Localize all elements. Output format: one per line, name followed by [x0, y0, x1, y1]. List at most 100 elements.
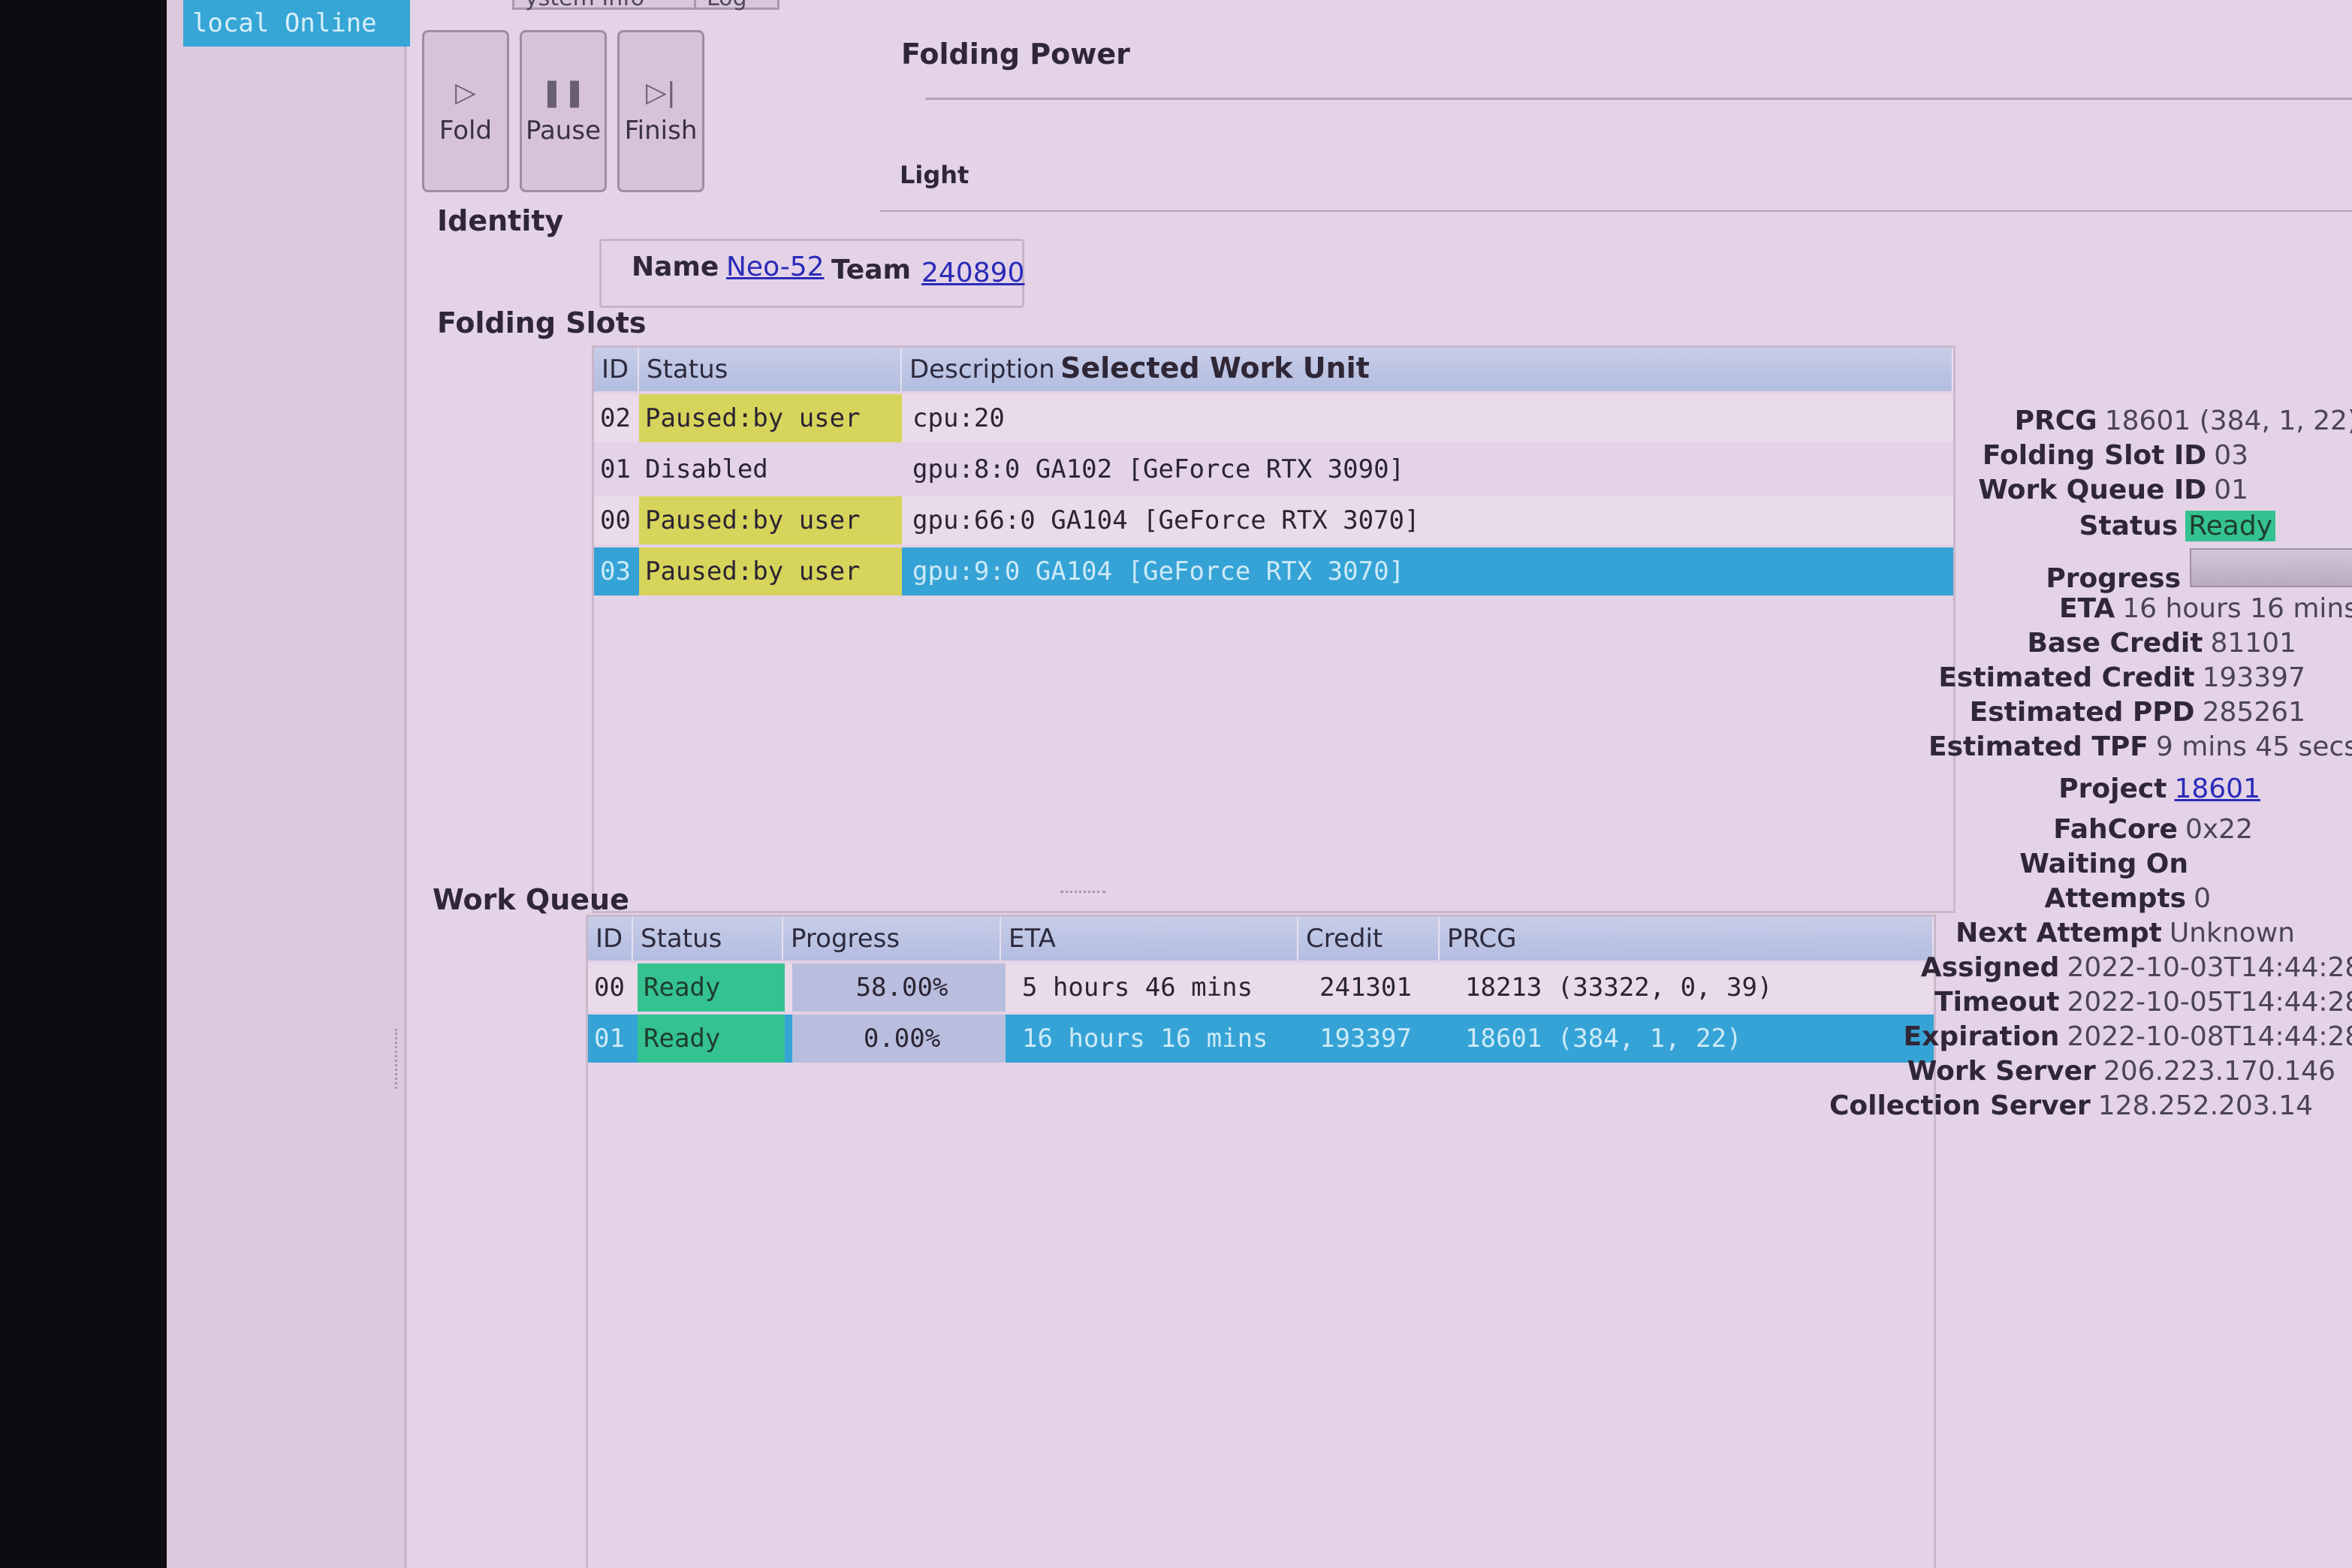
detail-label: Estimated PPD	[1969, 697, 2195, 728]
finish-icon: ▷|	[646, 77, 676, 108]
client-item-local[interactable]: local Online	[183, 0, 410, 47]
slot-description: cpu:20	[912, 403, 1005, 433]
column-header-description[interactable]: Description	[902, 348, 1953, 391]
wu-status: Ready	[638, 963, 785, 1012]
slot-row[interactable]: 02 Paused:by user cpu:20	[594, 394, 1953, 442]
slot-id: 00	[600, 505, 631, 535]
slot-row[interactable]: 00 Paused:by user gpu:66:0 GA104 [GeForc…	[594, 496, 1953, 544]
detail-label: Collection Server	[1829, 1090, 2091, 1121]
name-link[interactable]: Neo-52	[726, 252, 825, 282]
detail-waiting-on: Waiting On	[2019, 849, 2196, 883]
folding-power-title: Folding Power	[901, 38, 1130, 71]
team-link[interactable]: 240890	[921, 258, 1024, 288]
column-header-credit[interactable]: Credit	[1298, 917, 1440, 960]
detail-progress-bar	[2190, 548, 2352, 587]
folding-slots-title: Folding Slots	[437, 306, 647, 339]
detail-status-badge: Ready	[2185, 511, 2275, 541]
detail-assigned: Assigned 2022-10-03T14:44:28Z	[1921, 952, 2352, 987]
detail-value: 193397	[2202, 662, 2305, 693]
wu-progress: 58.00%	[792, 963, 1006, 1012]
finish-button-label: Finish	[624, 115, 698, 146]
detail-label: Progress	[2046, 563, 2181, 594]
finish-button[interactable]: ▷| Finish	[617, 30, 704, 192]
detail-label: Waiting On	[2019, 849, 2188, 879]
detail-next-attempt: Next Attempt Unknown	[1955, 918, 2295, 952]
work-unit-row-selected[interactable]: 01 Ready 0.00% 16 hours 16 mins 193397 1…	[588, 1015, 1934, 1063]
detail-label: Estimated TPF	[1928, 731, 2148, 762]
app-window: local Online ystem Info Log ▷ Fold ❚❚ Pa…	[167, 0, 2352, 1568]
slot-row-selected[interactable]: 03 Paused:by user gpu:9:0 GA104 [GeForce…	[594, 547, 1953, 596]
detail-work-server: Work Server 206.223.170.146	[1907, 1056, 2335, 1090]
wu-prcg: 18601 (384, 1, 22)	[1465, 1024, 1742, 1054]
wu-progress: 0.00%	[792, 1015, 1006, 1063]
fold-button-label: Fold	[439, 115, 493, 146]
work-unit-row[interactable]: 00 Ready 58.00% 5 hours 46 mins 241301 1…	[588, 963, 1934, 1012]
team-label: Team	[831, 255, 911, 285]
fold-button[interactable]: ▷ Fold	[422, 30, 509, 192]
detail-value: 2022-10-03T14:44:28Z	[2067, 952, 2352, 983]
slot-id: 02	[600, 403, 631, 433]
detail-label: ETA	[2058, 593, 2115, 624]
detail-value: 0x22	[2185, 814, 2253, 845]
column-header-progress[interactable]: Progress	[783, 917, 1001, 960]
tab-system-info[interactable]: ystem Info	[512, 0, 710, 11]
detail-project: Project 18601	[2058, 773, 2260, 808]
detail-estimated-tpf: Estimated TPF 9 mins 45 secs	[1928, 731, 2352, 766]
selected-work-unit-title: Selected Work Unit	[1060, 351, 1370, 384]
detail-status: Status Ready	[2079, 511, 2275, 545]
detail-label: Assigned	[1920, 952, 2060, 983]
detail-collection-server: Collection Server 128.252.203.14	[1829, 1090, 2313, 1125]
identity-title: Identity	[437, 204, 564, 237]
detail-value: 18601 (384, 1, 22)	[2104, 406, 2352, 436]
slot-status: Paused:by user	[639, 547, 902, 596]
slot-row[interactable]: 01 Disabled gpu:8:0 GA102 [GeForce RTX 3…	[594, 445, 1953, 493]
detail-value: 206.223.170.146	[2103, 1056, 2335, 1087]
detail-value: 16 hours 16 mins	[2122, 593, 2352, 624]
vertical-splitter[interactable]	[1060, 891, 1105, 896]
wu-eta: 16 hours 16 mins	[1022, 1024, 1268, 1054]
column-header-eta[interactable]: ETA	[1001, 917, 1298, 960]
pause-icon: ❚❚	[540, 77, 586, 108]
wu-eta: 5 hours 46 mins	[1022, 972, 1253, 1003]
detail-estimated-credit: Estimated Credit 193397	[1938, 662, 2305, 697]
wu-status: Ready	[638, 1015, 785, 1063]
panel-splitter[interactable]	[395, 1029, 402, 1089]
detail-label: Estimated Credit	[1938, 662, 2195, 693]
detail-base-credit: Base Credit 81101	[2027, 628, 2296, 662]
identity-box: Name Neo-52 Team 240890	[599, 239, 1024, 308]
detail-value: 128.252.203.14	[2097, 1090, 2313, 1121]
tab-log[interactable]: Log	[694, 0, 779, 11]
detail-eta: ETA 16 hours 16 mins	[2059, 593, 2352, 628]
detail-value: 2022-10-05T14:44:28Z	[2067, 987, 2352, 1018]
detail-value: 01	[2214, 475, 2248, 505]
detail-value: 0	[2194, 883, 2211, 914]
slot-description: gpu:8:0 GA102 [GeForce RTX 3090]	[912, 454, 1405, 484]
column-header-id[interactable]: ID	[594, 348, 639, 391]
detail-value: 285261	[2202, 697, 2305, 728]
client-list: local Online	[167, 0, 410, 1568]
detail-label: Next Attempt	[1955, 918, 2162, 948]
folding-power-slider[interactable]	[925, 98, 2352, 100]
table-header: ID Status Progress ETA Credit PRCG	[588, 917, 1934, 960]
detail-label: Folding Slot ID	[1982, 440, 2207, 471]
wu-prcg: 18213 (33322, 0, 39)	[1465, 972, 1773, 1003]
work-queue-table: ID Status Progress ETA Credit PRCG 00 Re…	[586, 915, 1936, 1568]
pause-button[interactable]: ❚❚ Pause	[520, 30, 607, 192]
slot-id: 03	[600, 556, 631, 586]
column-header-id[interactable]: ID	[588, 917, 633, 960]
project-link[interactable]: 18601	[2174, 773, 2260, 804]
detail-value: 2022-10-08T14:44:28Z	[2067, 1021, 2352, 1052]
column-header-status[interactable]: Status	[639, 348, 902, 391]
detail-estimated-ppd: Estimated PPD 285261	[1970, 697, 2305, 731]
detail-label: Expiration	[1903, 1021, 2060, 1052]
detail-value: 81101	[2210, 628, 2296, 659]
column-header-prcg[interactable]: PRCG	[1440, 917, 1934, 960]
name-label: Name	[632, 252, 719, 282]
detail-label: PRCG	[2014, 406, 2097, 436]
detail-folding-slot-id: Folding Slot ID 03	[1983, 440, 2248, 475]
column-header-status[interactable]: Status	[633, 917, 783, 960]
detail-progress: Progress	[2046, 548, 2352, 594]
detail-label: Work Queue ID	[1978, 475, 2207, 505]
wu-id: 00	[594, 972, 625, 1003]
detail-label: Work Server	[1907, 1056, 2096, 1087]
